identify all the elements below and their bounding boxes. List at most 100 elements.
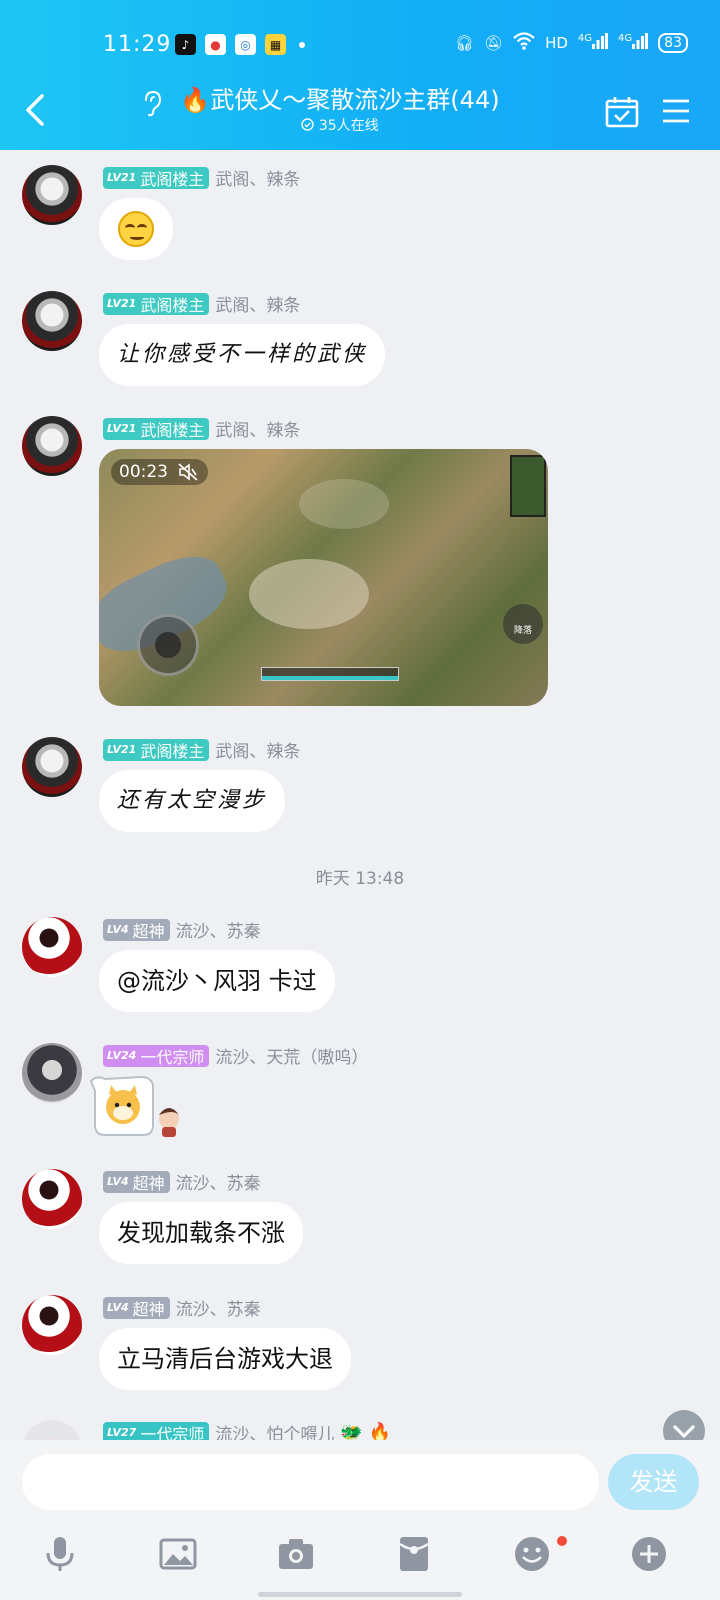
member-badge: LV27 一代宗师 [103,1421,210,1441]
mic-icon[interactable] [40,1534,80,1574]
camera-icon[interactable] [276,1534,316,1574]
chat-title-area[interactable]: 🔥武侠乂～聚散流沙主群(44) 35人在线 [140,84,540,136]
time-divider: 昨天 13:48 [315,869,405,889]
dragon-emoji-icon: 🐲 [340,1422,363,1440]
badge-title: 超神 [132,1173,165,1193]
more-notifications-dot [299,41,305,48]
badge-level: LV4 [107,1175,129,1188]
network-type: HD [545,34,568,52]
cat-sticker[interactable] [87,1069,183,1141]
signal-2-label: 4G [618,33,633,44]
red-packet-icon[interactable] [394,1534,434,1574]
skill-label: 降落 [513,626,532,636]
headphones-icon: 🎧︎ [454,34,475,52]
text-bubble[interactable]: 立马清后台游戏大退 [99,1328,351,1390]
calendar-check-button[interactable] [605,96,639,128]
avatar[interactable] [22,1043,82,1103]
text-bubble[interactable]: 发现加载条不涨 [99,1202,303,1264]
message-meta: LV4 超神 流沙、苏秦 [103,1169,261,1194]
message-meta: LV27 一代宗师 流沙、怕个嘚儿 🐲 🔥 [103,1420,391,1440]
member-badge: LV21 武阁楼主 [103,292,210,315]
badge-title: 武阁楼主 [140,295,205,315]
message-meta: LV21 武阁楼主 武阁、辣条 [103,737,300,762]
video-scene-patch [249,559,369,629]
bell-off-icon: 🔕︎ [484,34,504,52]
send-button[interactable]: 发送 [608,1454,699,1510]
avatar[interactable] [22,1295,82,1355]
avatar[interactable] [22,416,82,476]
message-input[interactable] [22,1454,599,1510]
avatar[interactable] [22,165,82,225]
status-bar: 11:29 ♪ ● ◎ ▦ 🎧︎ 🔕︎ HD 4G 4G 83 [0,28,720,64]
message-meta: LV4 超神 流沙、苏秦 [103,917,261,942]
back-button[interactable] [20,92,50,128]
video-duration-label: 00:23 [119,462,168,482]
text-bubble[interactable]: 还有太空漫步 [99,770,286,832]
wifi-icon [513,32,535,54]
sender-name: 流沙、苏秦 [175,1300,261,1320]
badge-title: 武阁楼主 [140,420,205,440]
signal-2: 4G [618,33,649,53]
member-badge: LV21 武阁楼主 [103,738,210,761]
video-message[interactable]: 降落 00:23 [99,449,548,706]
input-area: 发送 [0,1440,720,1600]
game-skill-button: 降落 [503,604,543,644]
group-name: 武侠乂～聚散流沙主群(44) [210,86,500,114]
sender-name: 流沙、怕个嘚儿 [215,1425,335,1440]
badge-level: LV24 [107,1049,137,1062]
message-meta: LV21 武阁楼主 武阁、辣条 [103,291,300,316]
member-badge: LV4 超神 [103,1170,170,1193]
message-list[interactable]: LV21 武阁楼主 武阁、辣条 LV21 武阁楼主 武阁、辣条 让你感受不一样的武侠… [0,150,720,1440]
group-title: 🔥武侠乂～聚散流沙主群(44) [140,84,540,116]
status-app-icons: ♪ ● ◎ ▦ [175,34,305,55]
avatar[interactable] [22,1169,82,1229]
signal-1: 4G [577,33,609,53]
video-duration: 00:23 [111,459,208,485]
sender-name: 流沙、天荒（嗷呜） [215,1048,369,1068]
badge-title: 武阁楼主 [140,741,205,761]
status-time: 11:29 [103,32,172,57]
map-pin-icon: ● [205,34,226,55]
text-bubble[interactable]: 让你感受不一样的武侠 [99,324,386,386]
avatar[interactable] [22,917,82,977]
home-indicator[interactable] [258,1592,462,1597]
badge-level: LV21 [107,171,137,184]
member-badge: LV21 武阁楼主 [103,166,210,189]
signal-1-label: 4G [577,33,593,44]
badge-title: 超神 [132,921,165,941]
avatar[interactable] [22,737,82,797]
game-status-bar [261,667,399,681]
battery-indicator: 83 [658,33,688,53]
badge-title: 一代宗师 [140,1047,205,1067]
online-count-label: 35人在线 [318,118,379,134]
badge-level: LV21 [107,422,137,435]
image-icon[interactable] [158,1534,198,1574]
sender-name: 武阁、辣条 [215,421,301,441]
badge-title: 一代宗师 [140,1424,205,1441]
message-meta: LV21 武阁楼主 武阁、辣条 [103,165,300,190]
emoji-icon[interactable] [512,1534,552,1574]
member-badge: LV4 超神 [103,1296,170,1319]
plus-icon[interactable] [629,1534,669,1574]
text-bubble[interactable]: @流沙丶风羽 卡过 [99,950,335,1012]
chat-header: 11:29 ♪ ● ◎ ▦ 🎧︎ 🔕︎ HD 4G 4G 83 🔥武侠乂～聚散流… [0,0,720,150]
badge-level: LV21 [107,743,137,756]
sender-name: 武阁、辣条 [215,170,301,190]
member-badge: LV24 一代宗师 [103,1044,210,1067]
badge-title: 武阁楼主 [140,169,205,189]
avatar[interactable] [22,291,82,351]
emoji-notification-dot [557,1536,567,1546]
badge-level: LV21 [107,297,137,310]
sender-name: 流沙、苏秦 [175,922,261,942]
badge-level: LV27 [107,1426,137,1439]
fire-icon: 🔥 [180,86,211,114]
badge-level: LV4 [107,923,129,936]
menu-button[interactable] [662,98,690,124]
sender-name: 武阁、辣条 [215,296,301,316]
message-meta: LV4 超神 流沙、苏秦 [103,1295,261,1320]
avatar[interactable] [22,1420,82,1440]
input-toolbar [0,1534,720,1584]
video-scene-patch [299,479,389,529]
mute-icon[interactable] [178,463,198,481]
game-joystick [137,614,199,676]
